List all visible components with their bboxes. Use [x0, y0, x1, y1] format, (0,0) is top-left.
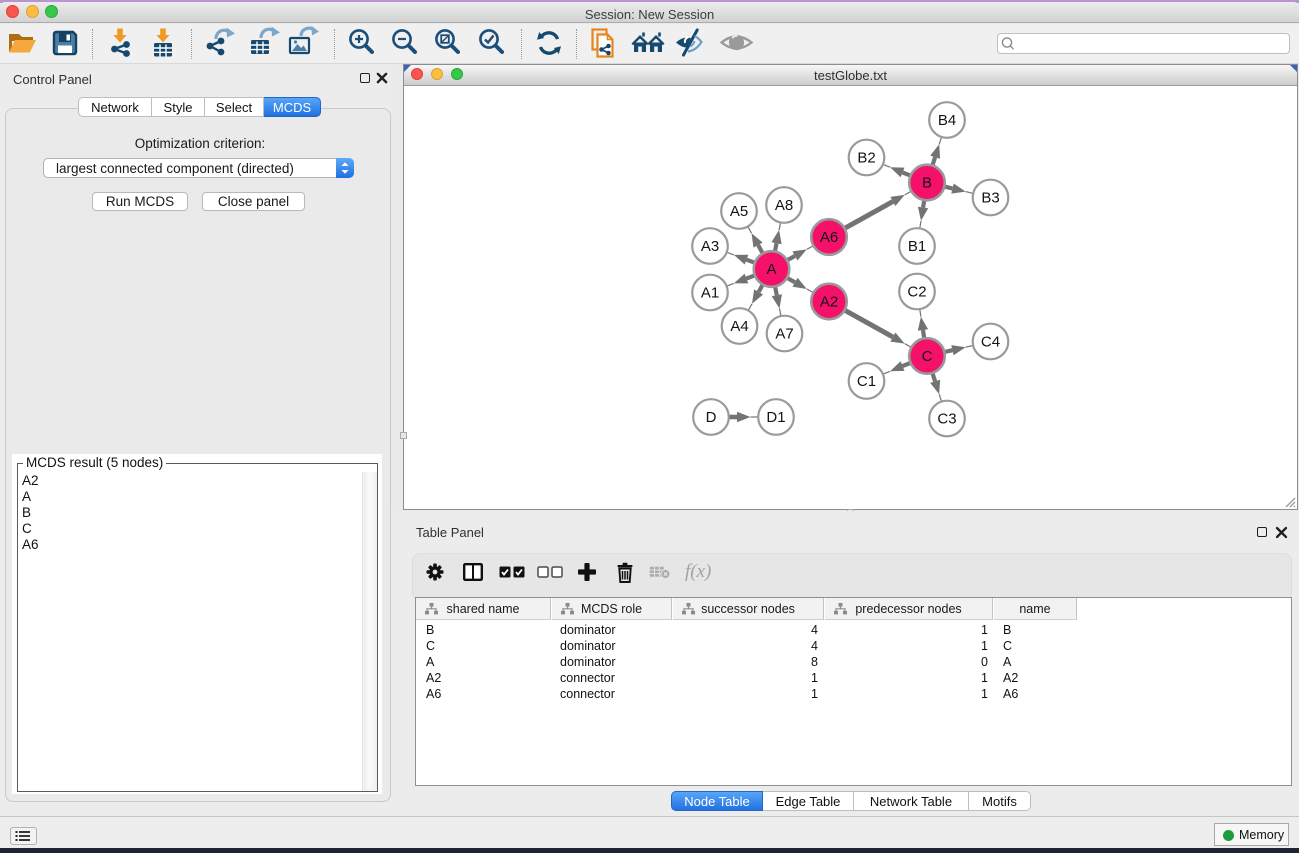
- svg-text:A3: A3: [701, 238, 719, 255]
- svg-text:B: B: [922, 175, 932, 192]
- svg-text:A2: A2: [820, 294, 838, 311]
- svg-text:A: A: [766, 261, 776, 278]
- svg-text:B3: B3: [981, 190, 999, 207]
- svg-text:A4: A4: [730, 318, 748, 335]
- svg-text:C2: C2: [907, 284, 926, 301]
- svg-text:C4: C4: [981, 334, 1000, 351]
- svg-text:A5: A5: [730, 203, 748, 220]
- svg-text:A7: A7: [775, 326, 793, 343]
- svg-text:D1: D1: [766, 409, 785, 426]
- svg-text:B1: B1: [908, 238, 926, 255]
- svg-text:B4: B4: [938, 112, 956, 129]
- svg-text:C: C: [922, 348, 933, 365]
- svg-text:C1: C1: [857, 373, 876, 390]
- svg-text:A8: A8: [775, 197, 793, 214]
- svg-text:D: D: [706, 409, 717, 426]
- svg-text:A1: A1: [701, 285, 719, 302]
- svg-text:A6: A6: [820, 229, 838, 246]
- svg-text:C3: C3: [937, 411, 956, 428]
- svg-text:B2: B2: [857, 150, 875, 167]
